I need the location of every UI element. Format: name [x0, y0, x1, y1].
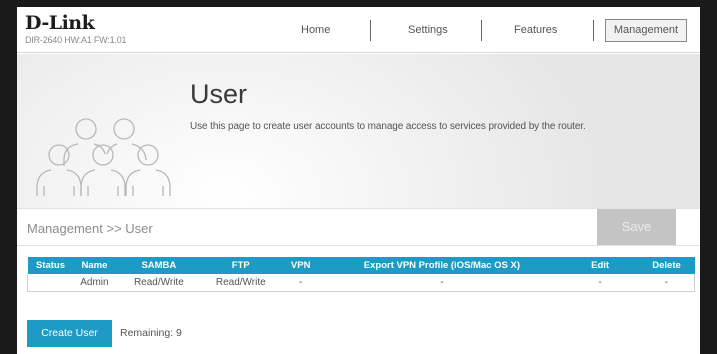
col-name: Name [73, 257, 116, 274]
users-icon [36, 118, 171, 196]
router-admin-page: D-Link DIR-2640 HW:A1 FW:1.01 Home Setti… [17, 7, 700, 354]
page-title: User [190, 79, 248, 109]
save-button[interactable]: Save [597, 209, 676, 245]
col-vpn: VPN [279, 257, 323, 274]
cell-export-vpn: - [322, 274, 562, 292]
cell-vpn: - [279, 274, 323, 292]
top-header: D-Link DIR-2640 HW:A1 FW:1.01 Home Setti… [17, 7, 700, 53]
nav-divider [593, 20, 594, 41]
nav-management[interactable]: Management [605, 19, 687, 42]
col-status: Status [27, 257, 74, 274]
breadcrumb: Management >> User [27, 221, 153, 236]
breadcrumb-bar: Management >> User Save [17, 208, 700, 246]
remaining-count: Remaining: 9 [120, 327, 182, 339]
col-export-vpn: Export VPN Profile (iOS/Mac OS X) [322, 257, 562, 274]
cell-samba: Read/Write [115, 274, 203, 292]
col-delete: Delete [638, 257, 695, 274]
nav-settings[interactable]: Settings [408, 24, 448, 36]
brand-name: D-Link [25, 12, 95, 34]
cell-status [27, 274, 74, 292]
device-model: DIR-2640 HW:A1 FW:1.01 [25, 35, 127, 45]
nav-divider [370, 20, 371, 41]
user-table: Status Name SAMBA FTP VPN Export VPN Pro… [27, 257, 695, 292]
cell-ftp: Read/Write [202, 274, 280, 292]
table-header-row: Status Name SAMBA FTP VPN Export VPN Pro… [27, 257, 695, 274]
nav-divider [481, 20, 482, 41]
col-ftp: FTP [202, 257, 280, 274]
col-edit: Edit [561, 257, 639, 274]
cell-name: Admin [73, 274, 116, 292]
page-description: Use this page to create user accounts to… [190, 121, 586, 132]
create-user-button[interactable]: Create User [27, 320, 112, 347]
delete-cell[interactable]: - [638, 274, 695, 292]
edit-cell[interactable]: - [561, 274, 639, 292]
dlink-logo[interactable]: D-Link DIR-2640 HW:A1 FW:1.01 [25, 12, 127, 45]
nav-features[interactable]: Features [514, 24, 557, 36]
col-samba: SAMBA [115, 257, 203, 274]
nav-home[interactable]: Home [301, 24, 330, 36]
page-hero: User Use this page to create user accoun… [17, 54, 700, 208]
table-row: Admin Read/Write Read/Write - - - - [27, 274, 695, 292]
